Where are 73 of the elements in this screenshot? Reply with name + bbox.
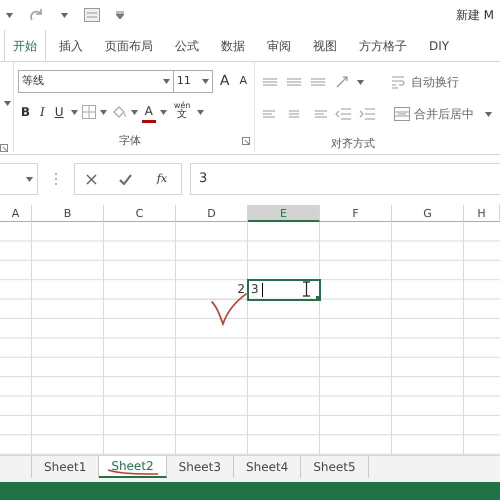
column-header[interactable]: D (176, 205, 248, 222)
customize-icon[interactable] (116, 11, 124, 19)
redo-icon[interactable] (29, 8, 45, 22)
fill-handle-icon[interactable] (316, 296, 320, 300)
bold-button[interactable]: B (18, 101, 34, 123)
wrap-text-icon (391, 75, 407, 89)
caret-icon[interactable] (4, 100, 11, 106)
decrease-indent-icon[interactable] (335, 108, 351, 120)
ribbon-tab[interactable]: 审阅 (258, 30, 300, 61)
ribbon-tab[interactable]: 方方格子 (350, 30, 416, 61)
ribbon-tab[interactable]: 数据 (212, 30, 254, 61)
orientation-icon[interactable] (335, 75, 349, 89)
phonetic-button[interactable]: wén 文 (170, 101, 194, 123)
bottom-align-icon[interactable] (311, 76, 327, 88)
caret-icon[interactable] (202, 79, 209, 84)
middle-align-icon[interactable] (287, 76, 303, 88)
column-header[interactable]: C (104, 205, 176, 222)
ribbon-tab[interactable]: 插入 (50, 30, 92, 61)
insert-function-button[interactable]: fx (154, 168, 170, 190)
font-name-dropdown[interactable]: 等线 (18, 70, 174, 93)
column-header[interactable]: H (464, 205, 500, 222)
ribbon-tab[interactable]: DIY (420, 30, 458, 61)
ribbon-tab[interactable]: 公式 (166, 30, 208, 61)
editing-cell[interactable]: 3 (248, 280, 320, 300)
sheet-tab[interactable]: Sheet3 (166, 456, 234, 478)
increase-indent-icon[interactable] (359, 108, 375, 120)
underline-button[interactable]: U (52, 101, 67, 123)
table-cell: 2 (176, 280, 248, 300)
insertion-caret (262, 282, 263, 297)
top-align-icon[interactable] (263, 76, 279, 88)
group-label: 字体 (118, 132, 141, 149)
caret-icon[interactable] (26, 176, 33, 182)
window-title: 新建 M (456, 7, 494, 24)
column-header[interactable]: G (392, 205, 464, 222)
caret-icon[interactable] (6, 12, 13, 18)
sheet-tab[interactable]: Sheet2 (99, 456, 167, 478)
cancel-icon[interactable] (86, 174, 97, 184)
italic-button[interactable]: I (37, 101, 48, 123)
caret-icon[interactable] (197, 110, 204, 114)
ribbon-tab[interactable]: 视图 (304, 30, 346, 61)
grow-font-button[interactable]: A (216, 70, 232, 92)
dialog-launcher-icon[interactable] (242, 137, 250, 145)
column-header[interactable]: F (320, 205, 392, 222)
caret-icon[interactable] (70, 110, 78, 114)
caret-icon[interactable] (130, 110, 138, 114)
enter-icon[interactable] (118, 174, 132, 184)
shrink-font-button[interactable]: A (236, 70, 250, 92)
ribbon-tab[interactable]: 开始 (4, 30, 46, 61)
sheet-tab[interactable]: Sheet4 (234, 456, 302, 478)
group-label: 对齐方式 (331, 136, 375, 150)
merge-cells-icon (394, 107, 410, 121)
underline-annotation (107, 468, 160, 475)
column-header[interactable]: B (32, 205, 104, 222)
caret-icon[interactable] (162, 79, 170, 84)
text-cursor-icon (303, 281, 310, 298)
caret-icon[interactable] (485, 112, 492, 116)
dialog-launcher-icon[interactable] (0, 144, 8, 152)
merge-center-button[interactable]: 合并后居中 (391, 103, 477, 125)
font-color-button[interactable]: A (142, 101, 156, 123)
column-header[interactable]: E (248, 205, 320, 222)
font-size-dropdown[interactable]: 11 (172, 70, 213, 93)
caret-icon[interactable] (357, 80, 364, 84)
sheet-tab[interactable]: Sheet5 (301, 456, 369, 478)
grip-icon[interactable] (54, 172, 58, 186)
checkmark-annotation (210, 292, 248, 326)
formula-input[interactable]: 3 (190, 163, 500, 195)
ribbon-tab[interactable]: 页面布局 (96, 30, 162, 61)
caret-icon[interactable] (160, 110, 167, 114)
caret-icon[interactable] (100, 110, 107, 114)
wrap-text-button[interactable]: 自动换行 (388, 71, 462, 93)
caret-icon[interactable] (61, 12, 68, 18)
column-header[interactable]: A (0, 205, 32, 222)
form-icon[interactable] (84, 8, 100, 22)
